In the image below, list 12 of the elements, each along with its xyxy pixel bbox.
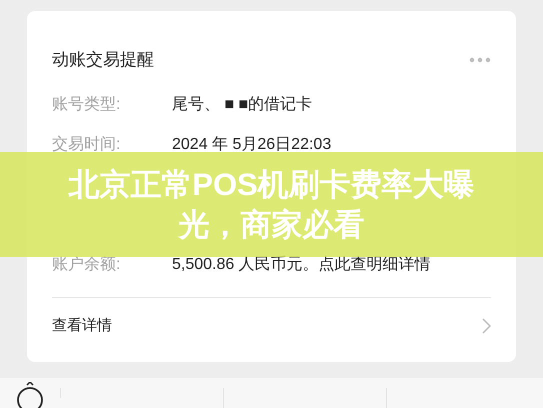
view-details-link[interactable]: 查看详情 xyxy=(52,314,112,338)
card-title: 动账交易提醒 xyxy=(52,51,154,68)
field-label: 账户余额: xyxy=(52,257,122,273)
field-label: 交易时间: xyxy=(52,137,122,153)
field-value: 2024 年 5月26日22:03 xyxy=(172,137,332,153)
chevron-right-icon[interactable] xyxy=(482,318,491,334)
field-value: 5,500.86 人民币元。点此查明细详情 xyxy=(172,257,431,273)
field-value: 尾号、 ■ ■的借记卡 xyxy=(172,97,312,113)
circle-icon[interactable] xyxy=(15,382,45,408)
field-label: 账号类型: xyxy=(52,97,122,113)
more-icon[interactable] xyxy=(469,56,491,62)
headline: 北京正常POS机刷卡费率大曝光，商家必看 xyxy=(67,166,476,244)
